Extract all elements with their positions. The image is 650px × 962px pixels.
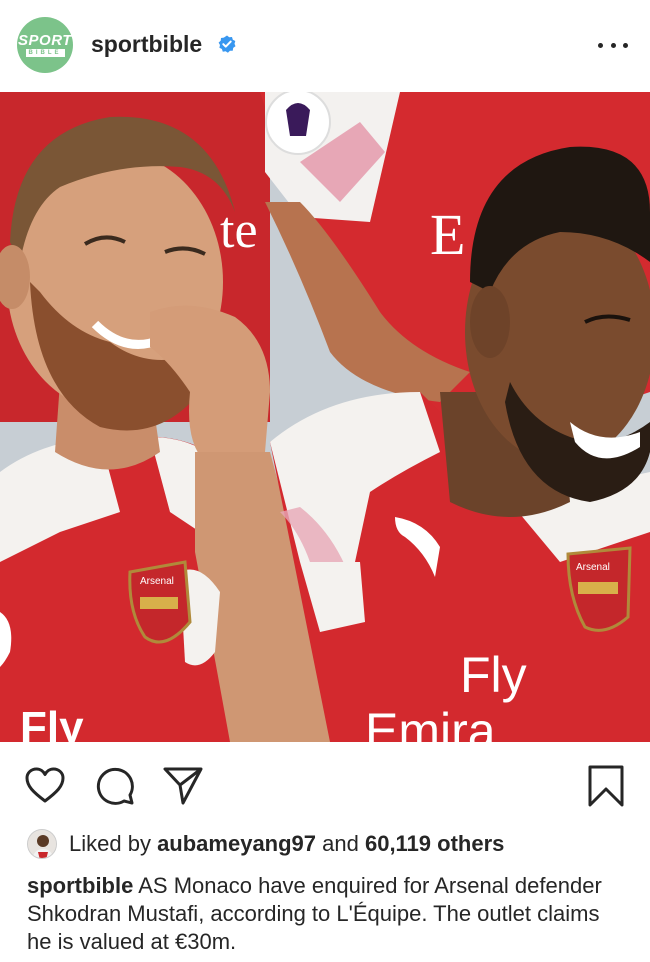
more-dot [623, 42, 628, 48]
likes-summary[interactable]: Liked by aubameyang97 and 60,119 others [27, 828, 504, 860]
like-button[interactable] [23, 764, 67, 808]
comment-button[interactable] [93, 764, 137, 808]
verified-badge-icon [218, 35, 236, 53]
liker-username[interactable]: aubameyang97 [157, 831, 316, 856]
right-sponsor-text-line2: Emira [365, 703, 496, 742]
background-shirt-text-left: te [220, 202, 258, 259]
post-photo[interactable]: E te Arsenal Fly Arsenal Fly Emira [0, 92, 650, 742]
likes-text: Liked by aubameyang97 and 60,119 others [69, 831, 504, 857]
profile-avatar[interactable]: SPORT BIBLE [17, 17, 73, 73]
more-options-button[interactable] [598, 36, 628, 54]
post-action-bar [0, 742, 650, 824]
username-link[interactable]: sportbible [91, 31, 202, 58]
more-dot [610, 42, 616, 48]
background-shirt-text-right: E [430, 202, 465, 267]
more-dot [598, 42, 603, 48]
likes-middle: and [316, 831, 365, 856]
save-button[interactable] [584, 764, 628, 808]
heart-icon [25, 767, 65, 803]
post-caption: sportbible AS Monaco have enquired for A… [27, 872, 627, 956]
liker-avatar[interactable] [27, 829, 57, 859]
post-header: SPORT BIBLE sportbible [0, 0, 650, 92]
post-photo-illustration: E te Arsenal Fly Arsenal Fly Emira [0, 92, 650, 742]
bookmark-icon [588, 765, 624, 807]
avatar-logo-subtext: BIBLE [25, 49, 65, 57]
left-sponsor-text: Fly [20, 703, 84, 742]
comment-icon [96, 767, 134, 805]
right-crest-text: Arsenal [576, 562, 610, 573]
share-icon [163, 767, 203, 805]
share-button[interactable] [161, 764, 205, 808]
caption-username[interactable]: sportbible [27, 873, 133, 898]
likes-count[interactable]: 60,119 others [365, 831, 504, 856]
avatar-logo-text: SPORT [18, 32, 72, 49]
left-crest-text: Arsenal [140, 576, 174, 587]
right-sponsor-text: Fly [460, 647, 527, 703]
likes-prefix: Liked by [69, 831, 158, 856]
